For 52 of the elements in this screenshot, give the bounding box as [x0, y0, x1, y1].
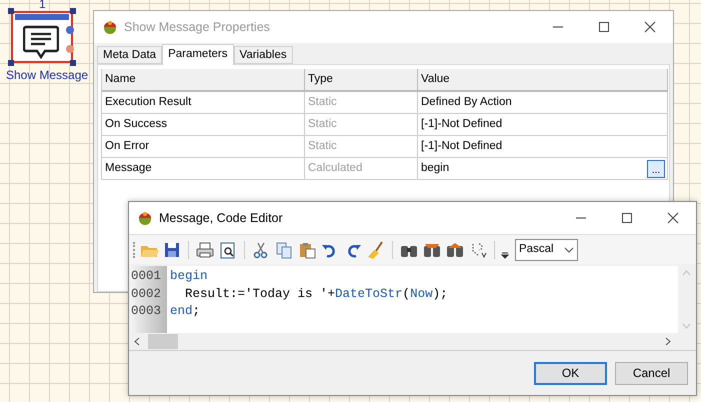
table-cell: Execution Result: [102, 92, 305, 113]
table-cell: Calculated: [305, 158, 418, 179]
node-header: [15, 14, 69, 20]
vertical-scrollbar[interactable]: [678, 266, 695, 333]
table-cell-text: begin: [421, 160, 450, 176]
line-number: 0002: [130, 286, 162, 302]
code-line: end;: [170, 303, 202, 320]
line-number: 0001: [130, 268, 162, 285]
line-number: 0003: [130, 303, 162, 320]
node-number: 1: [39, 0, 46, 10]
table-cell-text: [-1]-Not Defined: [421, 138, 502, 154]
chevron-down-icon: [564, 246, 574, 254]
scroll-up-icon: [682, 270, 691, 276]
speech-bubble-icon: [23, 25, 59, 59]
scrollbar-thumb[interactable]: [148, 334, 178, 349]
table-cell: Static: [305, 136, 418, 157]
tab[interactable]: Meta Data: [97, 46, 162, 64]
table-cell-text: Defined By Action: [421, 94, 512, 110]
language-dropdown[interactable]: Pascal: [515, 238, 578, 260]
tab[interactable]: Parameters: [162, 44, 234, 65]
window-title: Show Message Properties: [124, 18, 270, 36]
selection-handle[interactable]: [8, 8, 14, 14]
table-cell: Message: [102, 158, 305, 179]
table-cell: On Success: [102, 114, 305, 135]
table-cell: Static: [305, 92, 418, 113]
scroll-left-icon: [134, 337, 140, 346]
dialog-button[interactable]: Cancel: [615, 362, 688, 384]
flow-node[interactable]: [11, 11, 73, 63]
scroll-down-icon: [682, 323, 691, 329]
column-header[interactable]: Type: [305, 69, 418, 90]
scroll-right-icon: [665, 337, 671, 346]
selection-handle[interactable]: [70, 8, 76, 14]
print-icon[interactable]: [194, 240, 216, 260]
selection-handle[interactable]: [8, 60, 14, 66]
code-line: Result:='Today is '+DateToStr(Now);: [184, 286, 449, 302]
code-line: begin: [170, 268, 209, 285]
output-port[interactable]: [66, 45, 74, 53]
app-logo-icon: [137, 210, 153, 226]
column-header[interactable]: Value: [418, 69, 668, 90]
table-cell: On Error: [102, 136, 305, 157]
table-cell-text: [-1]-Not Defined: [421, 116, 502, 132]
tab[interactable]: Variables: [234, 46, 293, 64]
node-label: Show Message: [6, 67, 88, 84]
window-title: Message, Code Editor: [159, 210, 283, 227]
dialog-button[interactable]: OK: [534, 362, 607, 384]
output-port[interactable]: [66, 26, 74, 34]
code-area[interactable]: 0001 0002 0003 begin Result:='Today is '+DateToStr(Now); end;: [130, 266, 695, 333]
table-cell: Static: [305, 114, 418, 135]
selection-handle[interactable]: [70, 60, 76, 66]
app-logo-icon: [102, 19, 118, 35]
ellipsis-button[interactable]: ...: [647, 160, 665, 178]
column-header[interactable]: Name: [102, 69, 305, 90]
